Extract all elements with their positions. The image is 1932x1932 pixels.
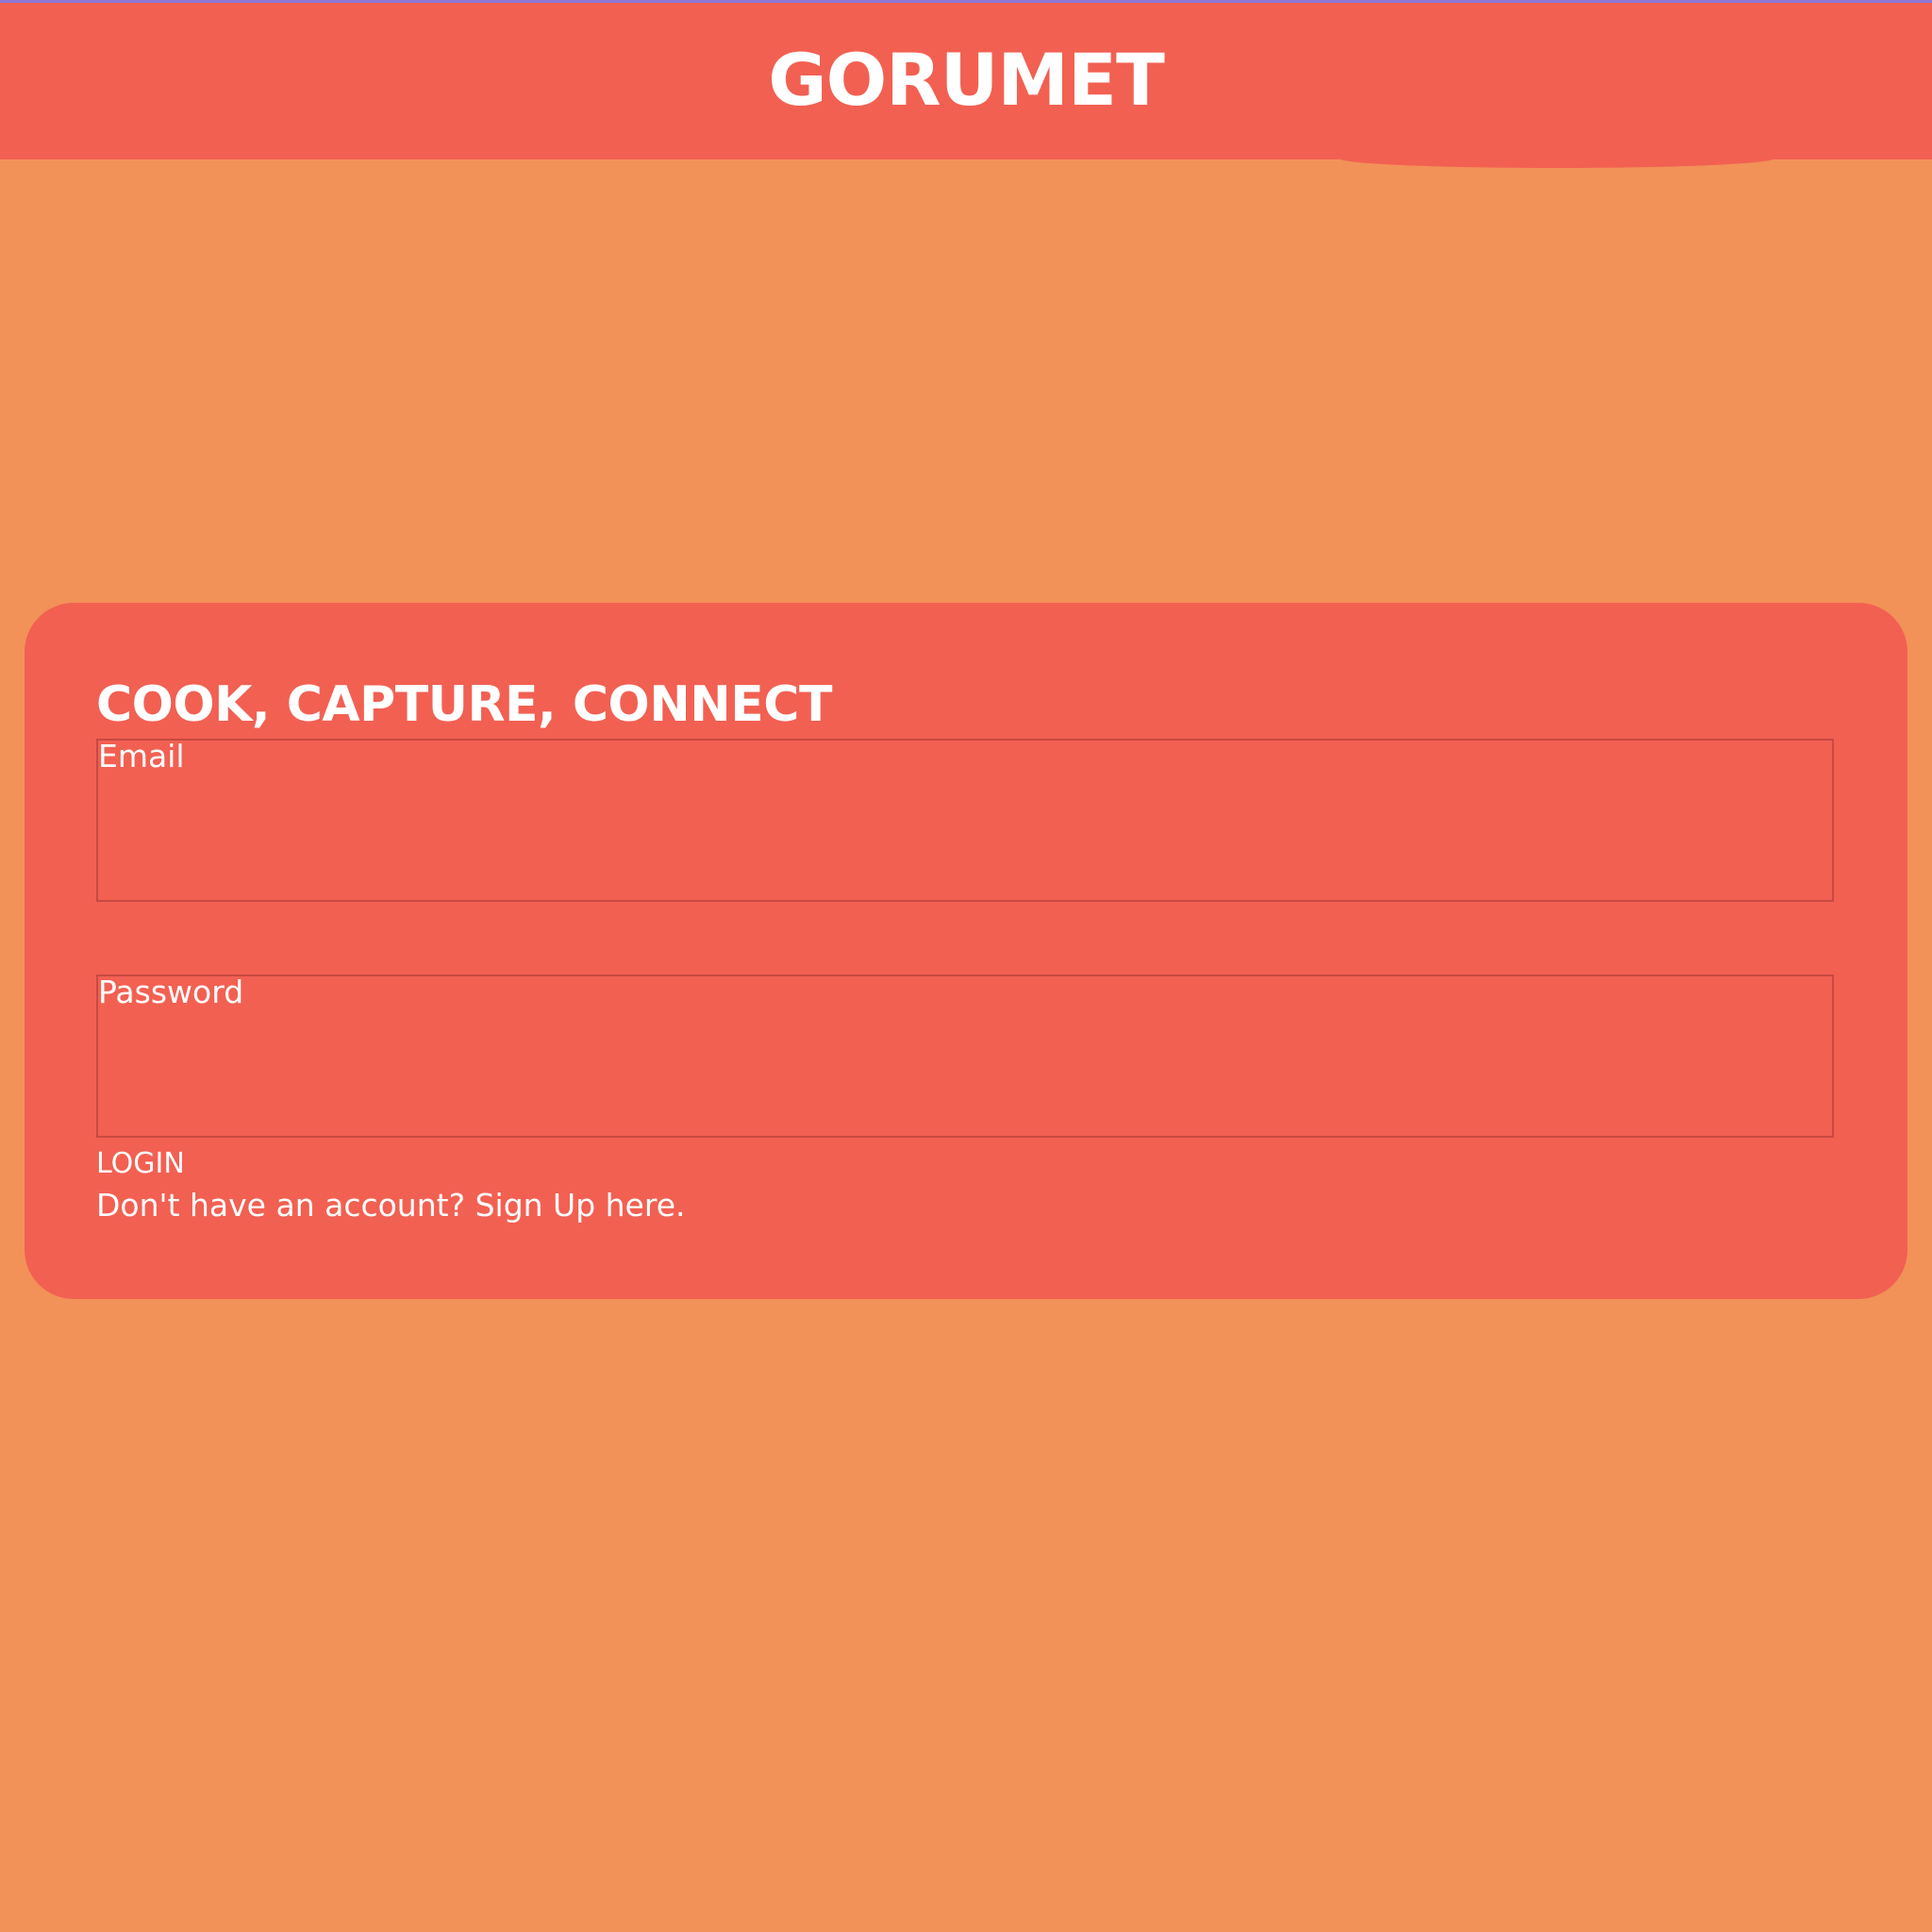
signup-link[interactable]: Don't have an account? Sign Up here.	[96, 1190, 686, 1221]
login-title: COOK, CAPTURE, CONNECT	[96, 676, 832, 733]
email-input[interactable]	[98, 778, 1832, 899]
login-button[interactable]: LOGIN	[96, 1150, 185, 1178]
password-field[interactable]: Password	[96, 974, 1834, 1138]
email-label: Email	[98, 738, 185, 774]
header-wave-decoration	[1340, 149, 1774, 168]
login-card: COOK, CAPTURE, CONNECT Email Password LO…	[25, 603, 1907, 1299]
password-input[interactable]	[98, 1014, 1832, 1135]
brand-logo[interactable]: GORUMET	[768, 38, 1165, 122]
email-field[interactable]: Email	[96, 739, 1834, 902]
password-label: Password	[98, 974, 244, 1010]
app-header: GORUMET	[0, 3, 1932, 159]
